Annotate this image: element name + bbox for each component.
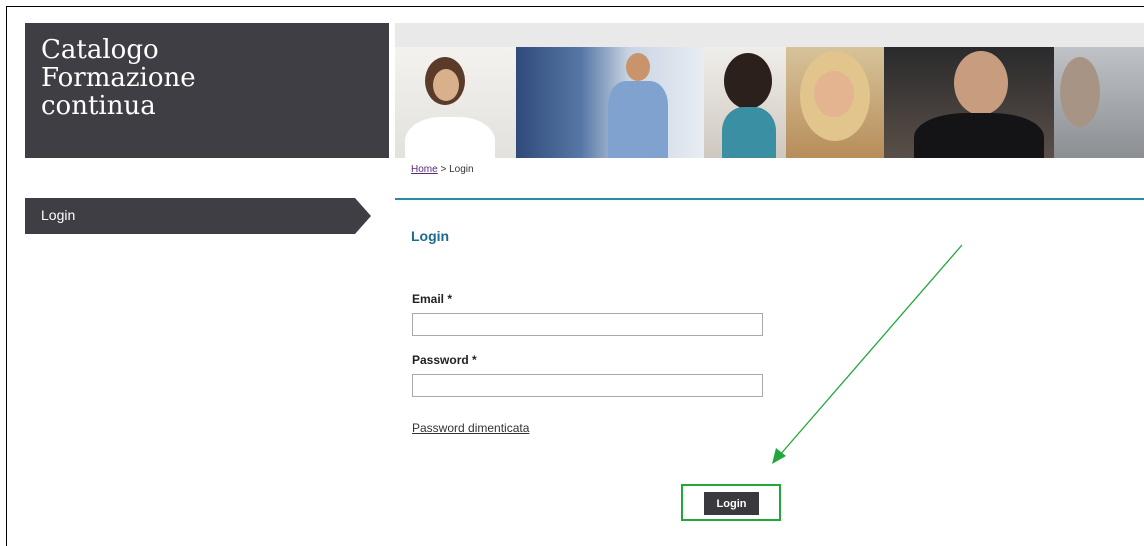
annotation-arrow bbox=[772, 244, 963, 464]
